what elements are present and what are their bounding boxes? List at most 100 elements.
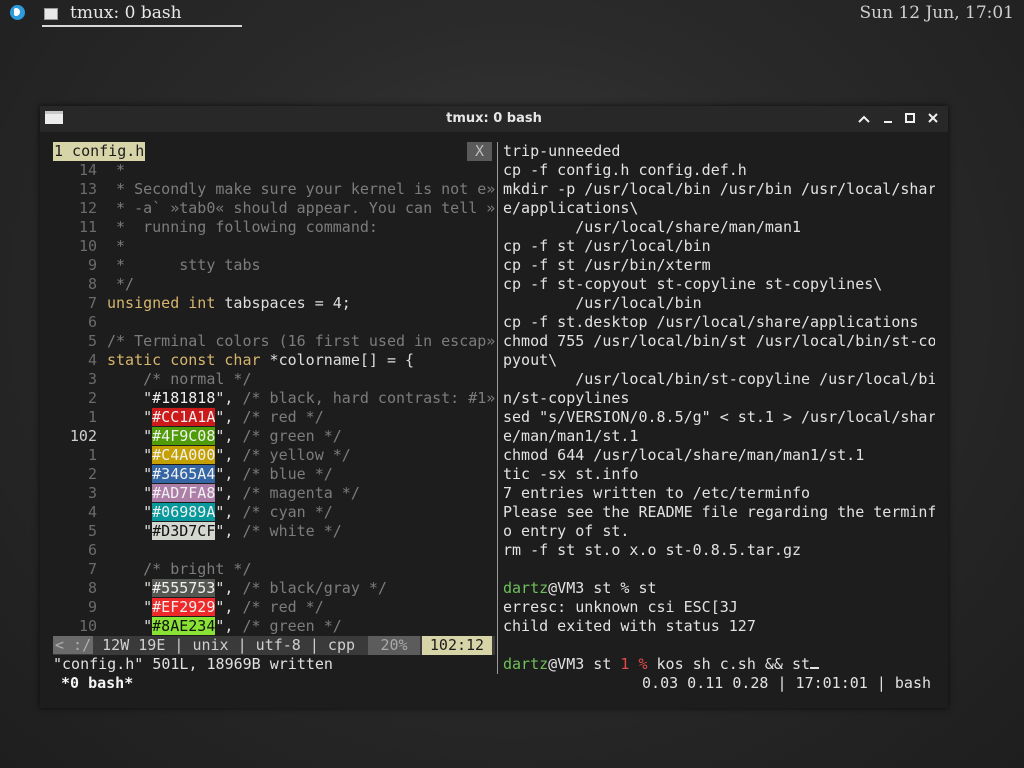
window-title: tmux: 0 bash [446, 111, 542, 126]
code-text: " [107, 408, 153, 426]
color-swatch: #06989A [152, 503, 216, 521]
shell-pane[interactable]: trip-unneeded cp -f config.h config.def.h… [503, 142, 935, 702]
line-number: 13 [78, 180, 97, 198]
code-keyword: static const char [107, 351, 261, 369]
code-text: ", [215, 579, 243, 597]
maximize-button[interactable] [901, 109, 919, 127]
prompt-command: st [638, 579, 657, 597]
shell-line: chmod 755 /usr/local/bin/st /usr/local/b… [503, 332, 935, 350]
vim-message: "config.h" 501L, 18969B written [53, 655, 333, 673]
color-swatch: #CC1A1A [152, 408, 216, 426]
color-swatch: #C4A000 [152, 446, 216, 464]
code-comment: /* bright */ [107, 560, 252, 578]
pane-divider[interactable] [497, 142, 498, 674]
shell-line: cp -f config.h config.def.h [503, 161, 747, 179]
line-number: 9 [87, 598, 97, 616]
code-comment: /* normal */ [107, 370, 252, 388]
code-line: 3 "#AD7FA8", /* magenta */ [53, 484, 360, 503]
code-comment: /* cyan */ [242, 503, 333, 521]
minimize-icon [858, 115, 870, 123]
code-text: " [107, 446, 153, 464]
color-swatch: #AD7FA8 [152, 484, 216, 502]
code-line: 2 "#181818", /* black, hard contrast: #1… [53, 389, 495, 408]
vim-pane[interactable]: 1 config.h X 14 * 13 * Secondly make sure… [53, 142, 495, 702]
line-number: 12 [78, 199, 97, 217]
code-text: ", [215, 522, 243, 540]
code-comment: /* magenta */ [242, 484, 360, 502]
clock[interactable]: Sun 12 Jun, 17:01 [860, 3, 1015, 23]
line-number: 2 [87, 465, 97, 483]
close-button[interactable] [924, 109, 942, 127]
code-text: ", [215, 465, 243, 483]
vim-cursor-position: 102:12 [422, 636, 492, 655]
code-comment: /* Terminal colors (16 first used in esc… [107, 332, 495, 350]
code-line: 1 "#CC1A1A", /* red */ [53, 408, 324, 427]
shell-line: cp -f st /usr/bin/xterm [503, 256, 711, 274]
color-swatch: #EF2929 [152, 598, 216, 616]
line-number: 3 [87, 370, 97, 388]
line-number: 5 [87, 522, 97, 540]
code-text: ", [215, 598, 243, 616]
code-comment: /* red */ [242, 598, 324, 616]
taskbar-label: tmux: 0 bash [70, 3, 182, 23]
code-text: tabspaces = 4; [215, 294, 351, 312]
shell-line: chmod 644 /usr/local/share/man/man1/st.1 [503, 446, 865, 464]
code-line: 9 * stty tabs [53, 256, 261, 275]
code-comment: /* black, hard contrast: #1» [242, 389, 495, 407]
taskbar-item-tmux[interactable]: tmux: 0 bash [42, 3, 242, 27]
vim-file-info: 12W 19E | unix | utf-8 | cpp [93, 636, 356, 654]
line-number: 10 [78, 617, 97, 635]
restore-icon [884, 121, 892, 123]
code-text: ", [215, 408, 243, 426]
shell-line: /usr/local/bin [503, 294, 702, 312]
shell-line: e/man/man1/st.1 [503, 427, 639, 445]
terminal-area[interactable]: 1 config.h X 14 * 13 * Secondly make sure… [53, 142, 935, 702]
restore-button[interactable] [879, 109, 897, 127]
shell-line: e/applications\ [503, 199, 639, 217]
tab-close-button[interactable]: X [467, 142, 492, 161]
code-line: 6 [53, 541, 107, 560]
code-line: 3 /* normal */ [53, 370, 252, 389]
text-cursor [810, 667, 820, 669]
shell-line: pyout\ [503, 351, 558, 369]
window-titlebar[interactable]: tmux: 0 bash [40, 106, 948, 132]
code-comment: /* white */ [242, 522, 342, 540]
tmux-window-tab[interactable]: *0 bash* [61, 674, 133, 693]
minimize-button[interactable] [855, 109, 873, 127]
line-number: 3 [87, 484, 97, 502]
code-comment: */ [107, 275, 135, 293]
line-number: 1 [87, 408, 97, 426]
line-number: 1 [87, 446, 97, 464]
shell-line: 7 entries written to /etc/terminfo [503, 484, 811, 502]
code-text: ", [215, 484, 243, 502]
code-text: " [107, 598, 153, 616]
code-line: 6 [53, 313, 107, 332]
color-swatch: #4F9C08 [152, 427, 216, 445]
line-number: 2 [87, 389, 97, 407]
code-line: 8 */ [53, 275, 134, 294]
shell-line: /usr/local/bin/st-copyline /usr/local/bi [503, 370, 935, 388]
code-text: " [107, 522, 153, 540]
line-number: 6 [87, 541, 97, 559]
prompt-command: kos sh c.sh && st [647, 655, 811, 673]
code-text: ", [215, 617, 243, 635]
app-menu-icon[interactable] [10, 5, 25, 20]
code-text: ", [215, 503, 243, 521]
code-line: 4 static const char *colorname[] = { [53, 351, 414, 370]
code-comment: /* green */ [242, 427, 342, 445]
tmux-status: 0.03 0.11 0.28 | 17:01:01 | bash [642, 674, 931, 692]
code-comment: * running following command: [107, 218, 378, 236]
color-swatch: #3465A4 [152, 465, 216, 483]
code-text: " [107, 465, 153, 483]
code-line: 11 * running following command: [53, 218, 378, 237]
shell-line: cp -f st.desktop /usr/local/share/applic… [503, 313, 919, 331]
code-line: 102 "#4F9C08", /* green */ [53, 427, 342, 446]
line-number: 6 [87, 313, 97, 331]
tab-config-h[interactable]: 1 config.h [53, 142, 146, 161]
code-text: ", [215, 446, 243, 464]
code-line: 13 * Secondly make sure your kernel is n… [53, 180, 495, 199]
line-number: 14 [78, 161, 97, 179]
code-line: 5 "#D3D7CF", /* white */ [53, 522, 342, 541]
maximize-icon [905, 113, 915, 123]
line-number: 8 [87, 579, 97, 597]
